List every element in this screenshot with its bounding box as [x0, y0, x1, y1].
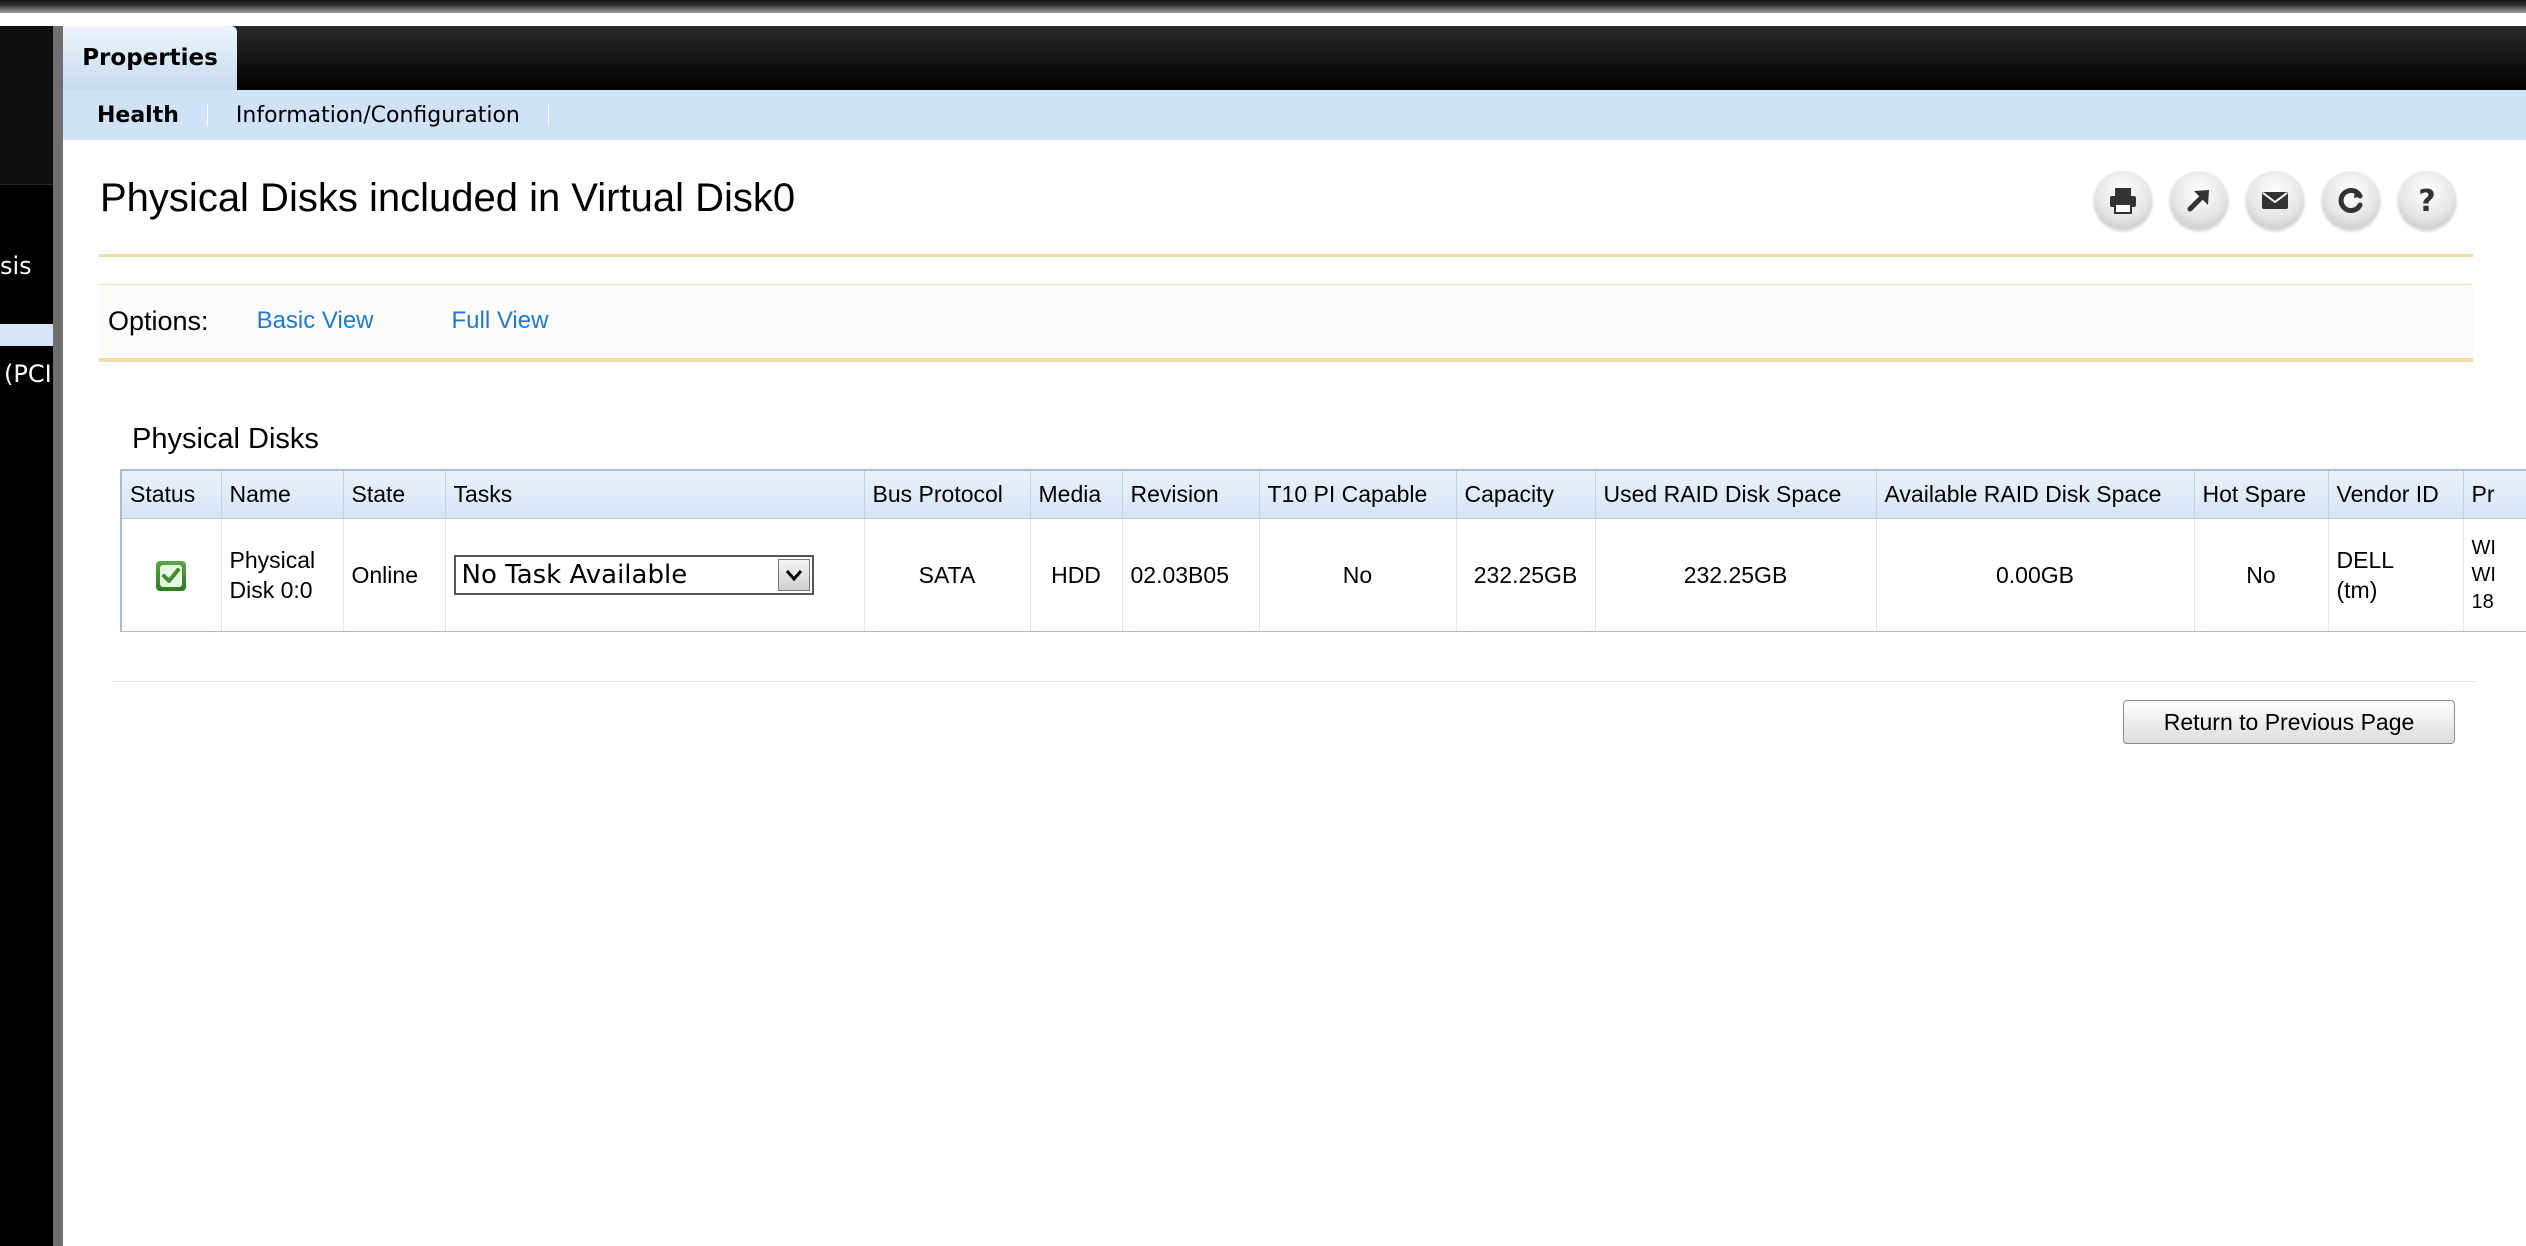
cell-vendor-line2: (tm) [2336, 577, 2378, 603]
status-ok-icon [156, 560, 187, 591]
column-header-revision[interactable]: Revision [1122, 470, 1260, 519]
return-to-previous-page-button[interactable]: Return to Previous Page [2123, 700, 2455, 744]
refresh-icon[interactable] [2322, 171, 2380, 229]
sub-navigation: Health Information/Configuration [63, 90, 2526, 140]
help-icon[interactable]: ? [2398, 171, 2456, 229]
options-bar: Options: Basic View Full View [99, 284, 2473, 357]
cell-t10-pi-capable: No [1259, 518, 1457, 632]
page-title: Physical Disks included in Virtual Disk0 [100, 176, 796, 220]
basic-view-link[interactable]: Basic View [257, 307, 374, 335]
tab-properties[interactable]: Properties [63, 26, 237, 90]
column-header-tasks: Tasks [445, 470, 865, 519]
column-header-used-raid-disk-space[interactable]: Used RAID Disk Space [1595, 470, 1877, 519]
column-header-product[interactable]: Pr [2463, 470, 2526, 519]
subnav-health[interactable]: Health [63, 103, 207, 128]
cell-used-raid-disk-space: 232.25GB [1595, 518, 1877, 632]
options-label: Options: [108, 305, 209, 336]
cell-available-raid-disk-space: 0.00GB [1876, 518, 2195, 632]
column-header-name[interactable]: Name [221, 470, 344, 519]
options-top-rule [99, 254, 2473, 257]
cell-vendor-line1: DELL [2336, 547, 2395, 573]
cell-hot-spare: No [2194, 518, 2329, 632]
table-row: Physical Disk 0:0 Online No Task Availab… [121, 518, 2526, 632]
cell-product: WI WI 18 [2463, 518, 2526, 632]
main-panel: Properties Health Information/Configurat… [63, 26, 2526, 1246]
sidebar-header [0, 26, 53, 185]
tab-bar: Properties [63, 26, 2526, 90]
subnav-information-configuration[interactable]: Information/Configuration [208, 103, 548, 128]
subnav-separator [547, 104, 549, 126]
cell-name-line2: Disk 0:0 [229, 577, 313, 603]
cell-tasks: No Task Available [445, 518, 865, 632]
left-sidebar: sis (PCI [0, 26, 63, 1246]
export-icon[interactable] [2170, 171, 2228, 229]
physical-disks-table-wrapper: Status Name State Tasks Bus Protocol Med… [120, 469, 2526, 632]
cell-status [121, 518, 222, 632]
column-header-media[interactable]: Media [1030, 470, 1123, 519]
options-bottom-rule [99, 358, 2473, 362]
email-icon[interactable] [2246, 171, 2304, 229]
section-divider [113, 681, 2475, 682]
physical-disks-table: Status Name State Tasks Bus Protocol Med… [120, 469, 2526, 632]
sidebar-item-pci[interactable]: (PCI [4, 360, 52, 388]
column-header-available-raid-disk-space[interactable]: Available RAID Disk Space [1876, 470, 2195, 519]
cell-state: Online [343, 518, 446, 632]
sidebar-selected-highlight [0, 324, 53, 346]
sidebar-item-chassis[interactable]: sis [0, 252, 32, 280]
cell-vendor-id: DELL (tm) [2328, 518, 2464, 632]
cell-name: Physical Disk 0:0 [221, 518, 344, 632]
section-title: Physical Disks [132, 423, 319, 455]
chevron-down-icon[interactable] [777, 559, 810, 591]
task-select[interactable]: No Task Available [453, 555, 814, 595]
column-header-state[interactable]: State [343, 470, 446, 519]
column-header-vendor-id[interactable]: Vendor ID [2328, 470, 2464, 519]
cell-revision: 02.03B05 [1122, 518, 1260, 632]
cell-capacity: 232.25GB [1456, 518, 1596, 632]
table-header-row: Status Name State Tasks Bus Protocol Med… [121, 470, 2526, 519]
column-header-hot-spare[interactable]: Hot Spare [2194, 470, 2329, 519]
cell-name-line1: Physical [229, 547, 316, 573]
column-header-t10-pi-capable[interactable]: T10 PI Capable [1259, 470, 1457, 519]
print-icon[interactable] [2094, 171, 2152, 229]
cell-media: HDD [1030, 518, 1123, 632]
top-strip [0, 0, 2526, 13]
task-select-value: No Task Available [461, 560, 688, 590]
column-header-bus-protocol[interactable]: Bus Protocol [864, 470, 1031, 519]
svg-text:?: ? [2418, 184, 2435, 217]
column-header-status[interactable]: Status [121, 470, 222, 519]
cell-bus-protocol: SATA [864, 518, 1031, 632]
column-header-capacity[interactable]: Capacity [1456, 470, 1596, 519]
cell-product-line2: WI [2471, 563, 2496, 586]
cell-product-line1: WI [2471, 536, 2496, 559]
cell-product-line3: 18 [2471, 590, 2494, 613]
full-view-link[interactable]: Full View [452, 307, 549, 335]
